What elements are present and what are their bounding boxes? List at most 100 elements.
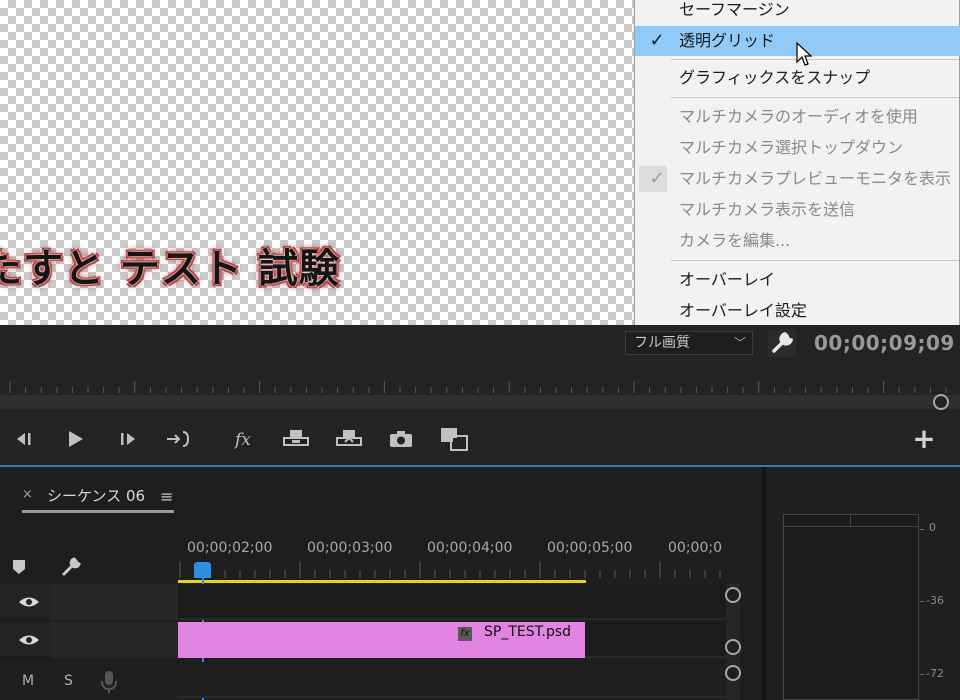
add-marker-icon[interactable] [12,558,26,576]
step-forward-icon [121,433,135,445]
menu-item-label: マルチカメラのオーディオを使用 [679,107,918,126]
go-to-out-button[interactable] [164,425,194,453]
work-area-bar[interactable] [178,580,586,583]
menu-item-overlay-settings[interactable]: オーバーレイ設定 [635,296,960,326]
menu-item-label: 透明グリッド [679,31,776,50]
meter-header [784,515,918,527]
meter-label: -72 [926,667,944,680]
menu-item-multicam-preview[interactable]: ✓ マルチカメラプレビューモニタを表示 [635,164,960,194]
menu-item-label: オーバーレイ [679,270,775,289]
meter-label: 0 [929,521,936,534]
extract-icon [336,430,362,446]
menu-separator [671,260,959,261]
menu-item-label: オーバーレイ設定 [679,301,807,320]
meter-tick [920,601,924,602]
ruler-time-label: 00;00;03;00 [307,540,393,556]
video-track-2-header [0,584,178,620]
program-monitor-controls: フル画質 ﹀ 00;00;09;09 fx + [0,325,960,467]
solo-track-button[interactable]: S [64,673,73,689]
checkmark-icon: ✓ [649,168,665,189]
wrench-icon [772,332,794,353]
step-back-button[interactable] [8,425,38,453]
audio-track-1-header: M S [0,664,178,700]
clip-name: SP_TEST.psd [484,624,572,640]
ruler-time-label: 00;00;0 [668,540,722,556]
menu-item-label: マルチカメラプレビューモニタを表示 [679,169,952,188]
scrollbar-handle[interactable] [725,639,741,655]
meter-label: -36 [926,594,944,607]
ruler-time-label: 00;00;05;00 [547,540,633,556]
menu-separator [671,59,959,60]
mouse-cursor-icon [796,42,812,66]
track-label-area[interactable] [50,584,178,620]
play-button[interactable] [60,425,90,453]
meter-header-divider [850,515,851,527]
menu-item-label: グラフィックスをスナップ [679,68,871,87]
menu-item-overlays[interactable]: オーバーレイ [635,265,960,295]
scrollbar-handle[interactable] [725,587,741,603]
menu-item-multicam-send[interactable]: マルチカメラ表示を送信 [635,195,960,225]
menu-item-multicam-top-down[interactable]: マルチカメラ選択トップダウン [635,133,960,163]
step-forward-button[interactable] [114,425,144,453]
ruler-time-label: 00;00;02;00 [187,540,273,556]
mute-track-button[interactable]: M [22,673,34,689]
premiere-pro-window: たすと テスト 試験 セーフマージン ✓ 透明グリッド グラフィックスをスナップ… [0,0,960,700]
fx-icon: fx [233,430,251,450]
settings-wrench-button[interactable] [768,329,796,357]
microphone-icon[interactable] [100,669,118,695]
playhead-handle[interactable] [194,562,211,578]
video-track-2[interactable] [178,584,726,620]
title-overlay-text: たすと テスト 試験 [0,246,340,292]
go-to-out-icon [167,431,190,447]
audio-meters-panel: 0 -36 -72 [766,467,960,700]
play-icon [69,431,83,447]
timeline-panel: × シーケンス 06 ≡ 00;00;02;00 00;00;03;00 00;… [0,467,762,700]
eye-icon[interactable] [18,593,40,611]
playhead-timecode[interactable]: 00;00;09;09 [814,331,955,355]
chevron-down-icon: ﹀ [733,336,746,350]
track-label-area[interactable] [50,622,178,658]
playback-resolution-select[interactable]: フル画質 ﹀ [625,331,753,355]
meter-tick [920,529,924,530]
timeline-settings-wrench-icon[interactable] [60,556,82,578]
lift-icon [283,430,309,446]
comparison-view-icon [441,428,468,451]
quality-value: フル画質 [634,335,690,351]
panel-menu-icon[interactable]: ≡ [160,487,173,506]
audio-meter [783,514,919,700]
ruler-time-label: 00;00;04;00 [427,540,513,556]
menu-item-multicam-audio[interactable]: マルチカメラのオーディオを使用 [635,102,960,132]
camera-icon [390,431,412,447]
menu-item-label: マルチカメラ選択トップダウン [679,138,904,157]
meter-tick [920,674,924,675]
timeline-clip[interactable]: fx SP_TEST.psd [178,622,585,658]
zoom-scrollbar-handle[interactable] [933,394,949,410]
fx-button[interactable]: fx [228,425,258,453]
close-tab-icon[interactable]: × [22,487,33,502]
video-track-1-header [0,622,178,658]
export-frame-button[interactable] [386,425,416,453]
audio-track-1[interactable] [178,662,726,698]
menu-item-safe-margins[interactable]: セーフマージン [635,0,960,25]
sequence-tab-title[interactable]: シーケンス 06 [47,485,145,506]
scrollbar-handle[interactable] [725,665,741,681]
checkmark-icon: ✓ [649,30,665,51]
active-tab-underline [22,510,174,513]
timeline-ruler-labels: 00;00;02;00 00;00;03;00 00;00;04;00 00;0… [178,540,726,560]
menu-item-label: セーフマージン [679,0,790,19]
svg-text:fx: fx [233,430,251,450]
timeline-tracks: fx SP_TEST.psd [178,584,726,700]
extract-button[interactable] [334,425,364,453]
monitor-zoom-scrollbar[interactable] [0,395,960,409]
lift-button[interactable] [281,425,311,453]
menu-separator [671,97,959,98]
comparison-view-button[interactable] [439,425,469,453]
fx-badge-icon: fx [458,627,472,641]
monitor-time-ruler [9,381,947,393]
menu-item-label: カメラを編集... [679,231,791,250]
add-button[interactable]: + [910,425,938,453]
menu-item-label: マルチカメラ表示を送信 [679,200,856,219]
menu-item-edit-cameras[interactable]: カメラを編集... [635,226,960,256]
step-back-icon [17,433,31,445]
eye-icon[interactable] [18,631,40,649]
